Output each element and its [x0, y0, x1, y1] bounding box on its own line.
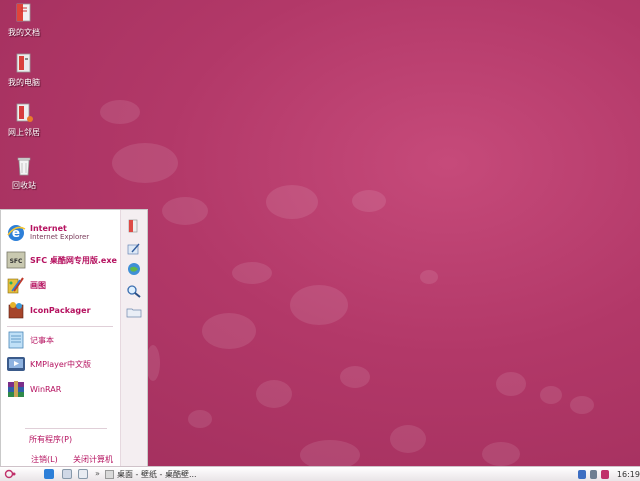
- start-menu: e Internet Internet Explorer SFC SFC 桌酷网…: [0, 209, 148, 474]
- startmenu-item-title: 记事本: [30, 335, 54, 345]
- startmenu-separator: [7, 326, 113, 327]
- logoff-button[interactable]: 注销(L): [31, 454, 58, 465]
- startmenu-item-paint[interactable]: 画图: [6, 275, 46, 295]
- search-icon[interactable]: [126, 284, 142, 298]
- folder-icon[interactable]: [126, 305, 142, 319]
- startmenu-item-title: IconPackager: [30, 305, 91, 315]
- network-places-icon: [13, 102, 35, 126]
- tray-network-icon[interactable]: [578, 469, 586, 479]
- bokeh-circle: [256, 380, 292, 408]
- desktop-icon-my-documents[interactable]: 我的文档: [0, 2, 48, 38]
- bokeh-circle: [290, 285, 348, 325]
- startmenu-item-title: 画图: [30, 280, 46, 290]
- network-globe-icon[interactable]: [126, 262, 142, 276]
- notepad-icon: [6, 330, 26, 350]
- quicklaunch-more-icon[interactable]: »: [95, 469, 105, 479]
- bokeh-circle: [420, 270, 438, 284]
- startmenu-bottom-bar: 注销(L) 关闭计算机(U): [1, 451, 120, 474]
- desktop-icon-label: 回收站: [12, 181, 36, 190]
- taskbar-task[interactable]: 桌面 - 壁纸 - 桌酷壁...: [105, 468, 197, 480]
- taskbar-clock: 16:19: [616, 469, 640, 479]
- edit-icon[interactable]: [126, 242, 142, 256]
- startmenu-item-subtitle: Internet Explorer: [30, 233, 90, 241]
- bokeh-circle: [188, 410, 212, 428]
- bokeh-circle: [300, 440, 360, 466]
- bokeh-circle: [496, 372, 526, 396]
- bokeh-circle: [352, 190, 386, 212]
- bokeh-circle: [232, 262, 272, 284]
- iconpackager-icon: [6, 300, 26, 320]
- svg-text:SFC: SFC: [10, 258, 23, 265]
- startmenu-item-kmplayer[interactable]: KMPlayer中文版: [6, 354, 91, 374]
- bokeh-circle: [266, 185, 318, 219]
- desktop-icon-recycle-bin[interactable]: 回收站: [0, 155, 48, 191]
- taskbar: » 桌面 - 壁纸 - 桌酷壁... 16:19: [0, 466, 640, 481]
- startmenu-separator: [25, 428, 107, 429]
- system-tray: 16:19: [574, 467, 640, 481]
- startmenu-item-notepad[interactable]: 记事本: [6, 330, 54, 350]
- bokeh-circle: [162, 197, 208, 225]
- bokeh-circle: [100, 100, 140, 124]
- bokeh-circle: [390, 425, 426, 453]
- startmenu-item-winrar[interactable]: WinRAR: [6, 379, 61, 399]
- desktop-icon-label: 我的文档: [8, 28, 40, 37]
- quicklaunch-search-icon[interactable]: [62, 469, 72, 479]
- startmenu-item-internet[interactable]: e Internet Internet Explorer: [6, 223, 89, 243]
- paint-icon: [6, 275, 26, 295]
- my-documents-icon: [13, 2, 35, 26]
- taskbar-task-label: 桌面 - 壁纸 - 桌酷壁...: [117, 469, 197, 479]
- documents-folder-icon[interactable]: [126, 219, 142, 233]
- bokeh-circle: [340, 366, 370, 388]
- startmenu-item-title: WinRAR: [30, 384, 62, 394]
- bokeh-circle: [146, 345, 160, 381]
- start-menu-right-pane: [120, 210, 147, 467]
- taskbar-task-icon: [105, 469, 114, 479]
- all-programs-button[interactable]: 所有程序(P): [29, 434, 72, 445]
- winrar-icon: [6, 379, 26, 399]
- start-button[interactable]: [4, 469, 18, 479]
- quicklaunch-desktop-icon[interactable]: [78, 469, 88, 479]
- bokeh-circle: [202, 313, 256, 349]
- recycle-bin-icon: [13, 155, 35, 179]
- desktop-icon-network-places[interactable]: 网上邻居: [0, 102, 48, 138]
- sfc-app-icon: SFC: [6, 250, 26, 270]
- startmenu-item-title: SFC 桌酷网专用版.exe: [30, 255, 117, 265]
- tray-app-icon[interactable]: [601, 469, 609, 479]
- startmenu-item-title: Internet: [30, 224, 67, 233]
- bokeh-circle: [570, 396, 594, 414]
- desktop-icon-my-computer[interactable]: 我的电脑: [0, 52, 48, 88]
- desktop-icon-label: 我的电脑: [8, 78, 40, 87]
- kmplayer-icon: [6, 354, 26, 374]
- quicklaunch-ie-icon[interactable]: [44, 469, 54, 479]
- bokeh-circle: [540, 386, 562, 404]
- internet-explorer-icon: e: [6, 223, 26, 243]
- tray-volume-icon[interactable]: [589, 469, 598, 479]
- desktop-icon-label: 网上邻居: [8, 128, 40, 137]
- startmenu-item-iconpackager[interactable]: IconPackager: [6, 300, 91, 320]
- startmenu-item-sfc[interactable]: SFC SFC 桌酷网专用版.exe: [6, 250, 117, 270]
- bokeh-circle: [482, 442, 520, 466]
- my-computer-icon: [13, 52, 35, 76]
- startmenu-item-title: KMPlayer中文版: [30, 359, 92, 369]
- bokeh-circle: [112, 143, 178, 183]
